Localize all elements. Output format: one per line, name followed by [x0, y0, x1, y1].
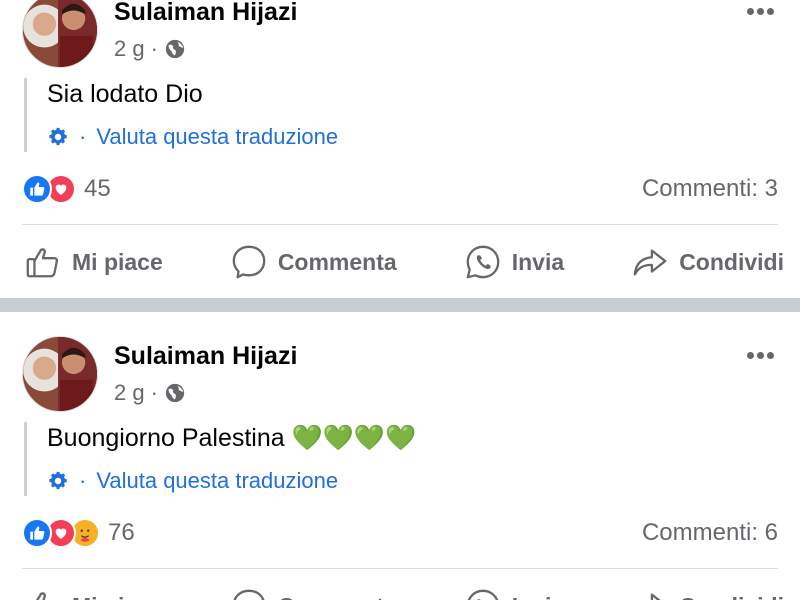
- thumbs-up-icon: [36, 592, 47, 600]
- post-meta: 2 g ·: [114, 380, 186, 406]
- translation-rating[interactable]: · Valuta questa traduzione: [47, 124, 764, 150]
- more-options-button[interactable]: [744, 0, 774, 15]
- feed-separator: [0, 298, 800, 312]
- whatsapp-icon: [466, 245, 500, 279]
- post-content: Buongiorno Palestina 💚💚💚💚 · Valuta quest…: [24, 422, 764, 496]
- reactions-summary[interactable]: 76: [22, 518, 135, 548]
- share-arrow-icon: [633, 249, 667, 276]
- post-meta: 2 g ·: [114, 36, 186, 62]
- like-button[interactable]: Mi piace: [24, 243, 163, 281]
- more-dots-icon: [747, 352, 754, 359]
- meta-separator: ·: [79, 124, 87, 149]
- send-button[interactable]: Invia: [464, 587, 564, 600]
- divider: [22, 568, 778, 569]
- translation-rating[interactable]: · Valuta questa traduzione: [47, 468, 764, 494]
- feed-gap: [0, 312, 800, 328]
- more-options-button[interactable]: [744, 344, 774, 359]
- comments-count[interactable]: Commenti: 3: [642, 175, 778, 203]
- like-button[interactable]: Mi piace: [24, 587, 163, 600]
- more-dots-icon: [747, 8, 754, 15]
- globe-icon: [165, 383, 185, 403]
- globe-icon: [165, 39, 185, 59]
- comments-count[interactable]: Commenti: 6: [642, 519, 778, 547]
- gear-icon: [49, 471, 67, 490]
- send-label: Invia: [512, 593, 564, 600]
- send-label: Invia: [511, 248, 565, 275]
- post-content: Sia lodato Dio · Valuta questa traduzion…: [24, 78, 764, 152]
- reaction-count: 45: [84, 175, 111, 202]
- author-name[interactable]: Sulaiman Hijazi: [114, 0, 297, 27]
- divider: [22, 224, 778, 225]
- share-arrow-icon: [650, 593, 661, 600]
- post-text: Buongiorno Palestina 💚💚💚💚: [47, 424, 417, 452]
- like-label: Mi piace: [72, 248, 163, 275]
- comment-button[interactable]: Commenta: [230, 587, 397, 600]
- post-stats: 76 Commenti: 6: [22, 516, 778, 550]
- meta-separator: ·: [79, 468, 87, 493]
- thumbs-up-icon: [26, 248, 58, 278]
- gear-icon: [49, 127, 67, 146]
- post-card: Sulaiman Hijazi 2 g · Sia lodato Dio · V…: [0, 0, 800, 298]
- share-button[interactable]: Condividi: [631, 587, 784, 600]
- share-button[interactable]: Condividi: [631, 243, 784, 281]
- share-label: Condividi: [679, 593, 784, 600]
- post-time[interactable]: 2 g: [114, 380, 145, 406]
- comment-button[interactable]: Commenta: [230, 243, 397, 281]
- meta-separator: ·: [150, 380, 158, 405]
- post-actions: Mi piace Commenta Invia Condividi: [24, 242, 784, 282]
- like-reaction-icon: [22, 174, 52, 204]
- translation-link[interactable]: Valuta questa traduzione: [96, 124, 338, 150]
- translation-link[interactable]: Valuta questa traduzione: [96, 468, 338, 494]
- send-button[interactable]: Invia: [464, 243, 564, 281]
- author-name[interactable]: Sulaiman Hijazi: [114, 342, 297, 371]
- comment-label: Commenta: [278, 593, 397, 600]
- comment-label: Commenta: [277, 248, 397, 275]
- like-label: Mi piace: [72, 593, 163, 600]
- post-time[interactable]: 2 g: [114, 36, 145, 62]
- reaction-count: 76: [108, 519, 135, 546]
- reactions-summary[interactable]: 45: [22, 174, 111, 204]
- speech-bubble-icon: [232, 245, 266, 279]
- post-text: Sia lodato Dio: [47, 80, 203, 108]
- whatsapp-icon: [467, 589, 498, 600]
- post-stats: 45 Commenti: 3: [22, 172, 778, 206]
- post-card: Sulaiman Hijazi 2 g · Buongiorno Palesti…: [0, 328, 800, 600]
- post-actions: Mi piace Commenta Invia Condividi: [24, 586, 784, 600]
- speech-bubble-icon: [233, 589, 265, 600]
- share-label: Condividi: [679, 248, 784, 275]
- like-reaction-icon: [22, 518, 52, 548]
- avatar[interactable]: [22, 336, 98, 412]
- meta-separator: ·: [150, 36, 158, 61]
- avatar[interactable]: [22, 0, 98, 68]
